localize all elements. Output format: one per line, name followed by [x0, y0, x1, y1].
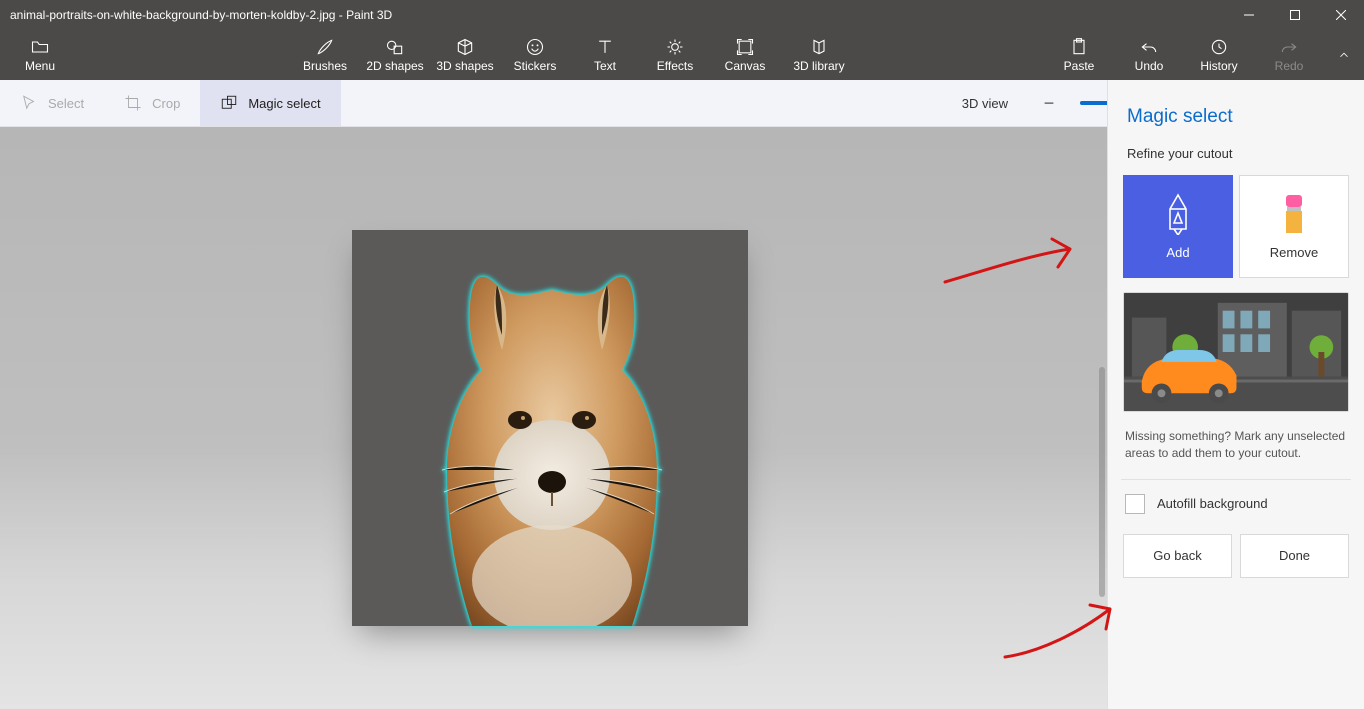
- paste-button[interactable]: Paste: [1044, 30, 1114, 80]
- fox-selection: [402, 270, 702, 626]
- done-button[interactable]: Done: [1240, 534, 1349, 578]
- crop-tool[interactable]: Crop: [104, 80, 200, 126]
- library-3d-button[interactable]: 3D library: [780, 30, 858, 80]
- effects-button[interactable]: Effects: [640, 30, 710, 80]
- shapes-3d-button[interactable]: 3D shapes: [430, 30, 500, 80]
- cube-icon: [455, 37, 475, 57]
- text-icon: [595, 37, 615, 57]
- history-icon: [1209, 37, 1229, 57]
- hint-text: Missing something? Mark any unselected a…: [1125, 428, 1347, 463]
- history-button[interactable]: History: [1184, 30, 1254, 80]
- separator: [1121, 479, 1351, 480]
- folder-icon: [30, 37, 50, 57]
- stickers-button[interactable]: Stickers: [500, 30, 570, 80]
- autofill-row[interactable]: Autofill background: [1125, 494, 1347, 514]
- canvas-icon: [735, 37, 755, 57]
- autofill-label: Autofill background: [1157, 496, 1268, 511]
- eraser-icon: [1282, 193, 1306, 235]
- undo-icon: [1139, 37, 1159, 57]
- remove-tool[interactable]: Remove: [1239, 175, 1349, 278]
- canvas-image[interactable]: [352, 230, 748, 626]
- crop-icon: [124, 94, 142, 112]
- panel-subtitle: Refine your cutout: [1127, 146, 1349, 161]
- paste-icon: [1069, 37, 1089, 57]
- close-button[interactable]: [1318, 0, 1364, 30]
- select-tool[interactable]: Select: [0, 80, 104, 126]
- window-title: animal-portraits-on-white-background-by-…: [10, 8, 392, 22]
- annotation-arrow-top: [940, 237, 1100, 302]
- brushes-button[interactable]: Brushes: [290, 30, 360, 80]
- preview-image: [1123, 292, 1349, 412]
- redo-button[interactable]: Redo: [1254, 30, 1324, 80]
- workspace[interactable]: [0, 127, 1107, 709]
- maximize-button[interactable]: [1272, 0, 1318, 30]
- panel-title: Magic select: [1127, 106, 1349, 128]
- magic-select-tool[interactable]: Magic select: [200, 80, 340, 126]
- side-panel: Magic select Refine your cutout Add: [1107, 80, 1364, 709]
- ribbon: Menu Brushes 2D shapes 3D shapes Sticker…: [0, 30, 1364, 80]
- view-3d-button[interactable]: 3D view: [934, 80, 1026, 126]
- effects-icon: [665, 37, 685, 57]
- add-tool[interactable]: Add: [1123, 175, 1233, 278]
- shapes-2d-icon: [385, 37, 405, 57]
- go-back-button[interactable]: Go back: [1123, 534, 1232, 578]
- text-button[interactable]: Text: [570, 30, 640, 80]
- brush-icon: [315, 37, 335, 57]
- magic-select-icon: [220, 94, 238, 112]
- undo-button[interactable]: Undo: [1114, 30, 1184, 80]
- menu-button[interactable]: Menu: [10, 30, 70, 80]
- pencil-add-icon: [1161, 193, 1195, 235]
- canvas-button[interactable]: Canvas: [710, 30, 780, 80]
- sticker-icon: [525, 37, 545, 57]
- title-bar: animal-portraits-on-white-background-by-…: [0, 0, 1364, 30]
- cursor-icon: [20, 94, 38, 112]
- zoom-out-button[interactable]: −: [1036, 90, 1062, 116]
- autofill-checkbox[interactable]: [1125, 494, 1145, 514]
- shapes-2d-button[interactable]: 2D shapes: [360, 30, 430, 80]
- minimize-button[interactable]: [1226, 0, 1272, 30]
- expand-chevron[interactable]: [1324, 30, 1364, 80]
- library-icon: [809, 37, 829, 57]
- redo-icon: [1279, 37, 1299, 57]
- menu-label: Menu: [25, 59, 55, 73]
- vertical-scrollbar[interactable]: [1099, 367, 1105, 597]
